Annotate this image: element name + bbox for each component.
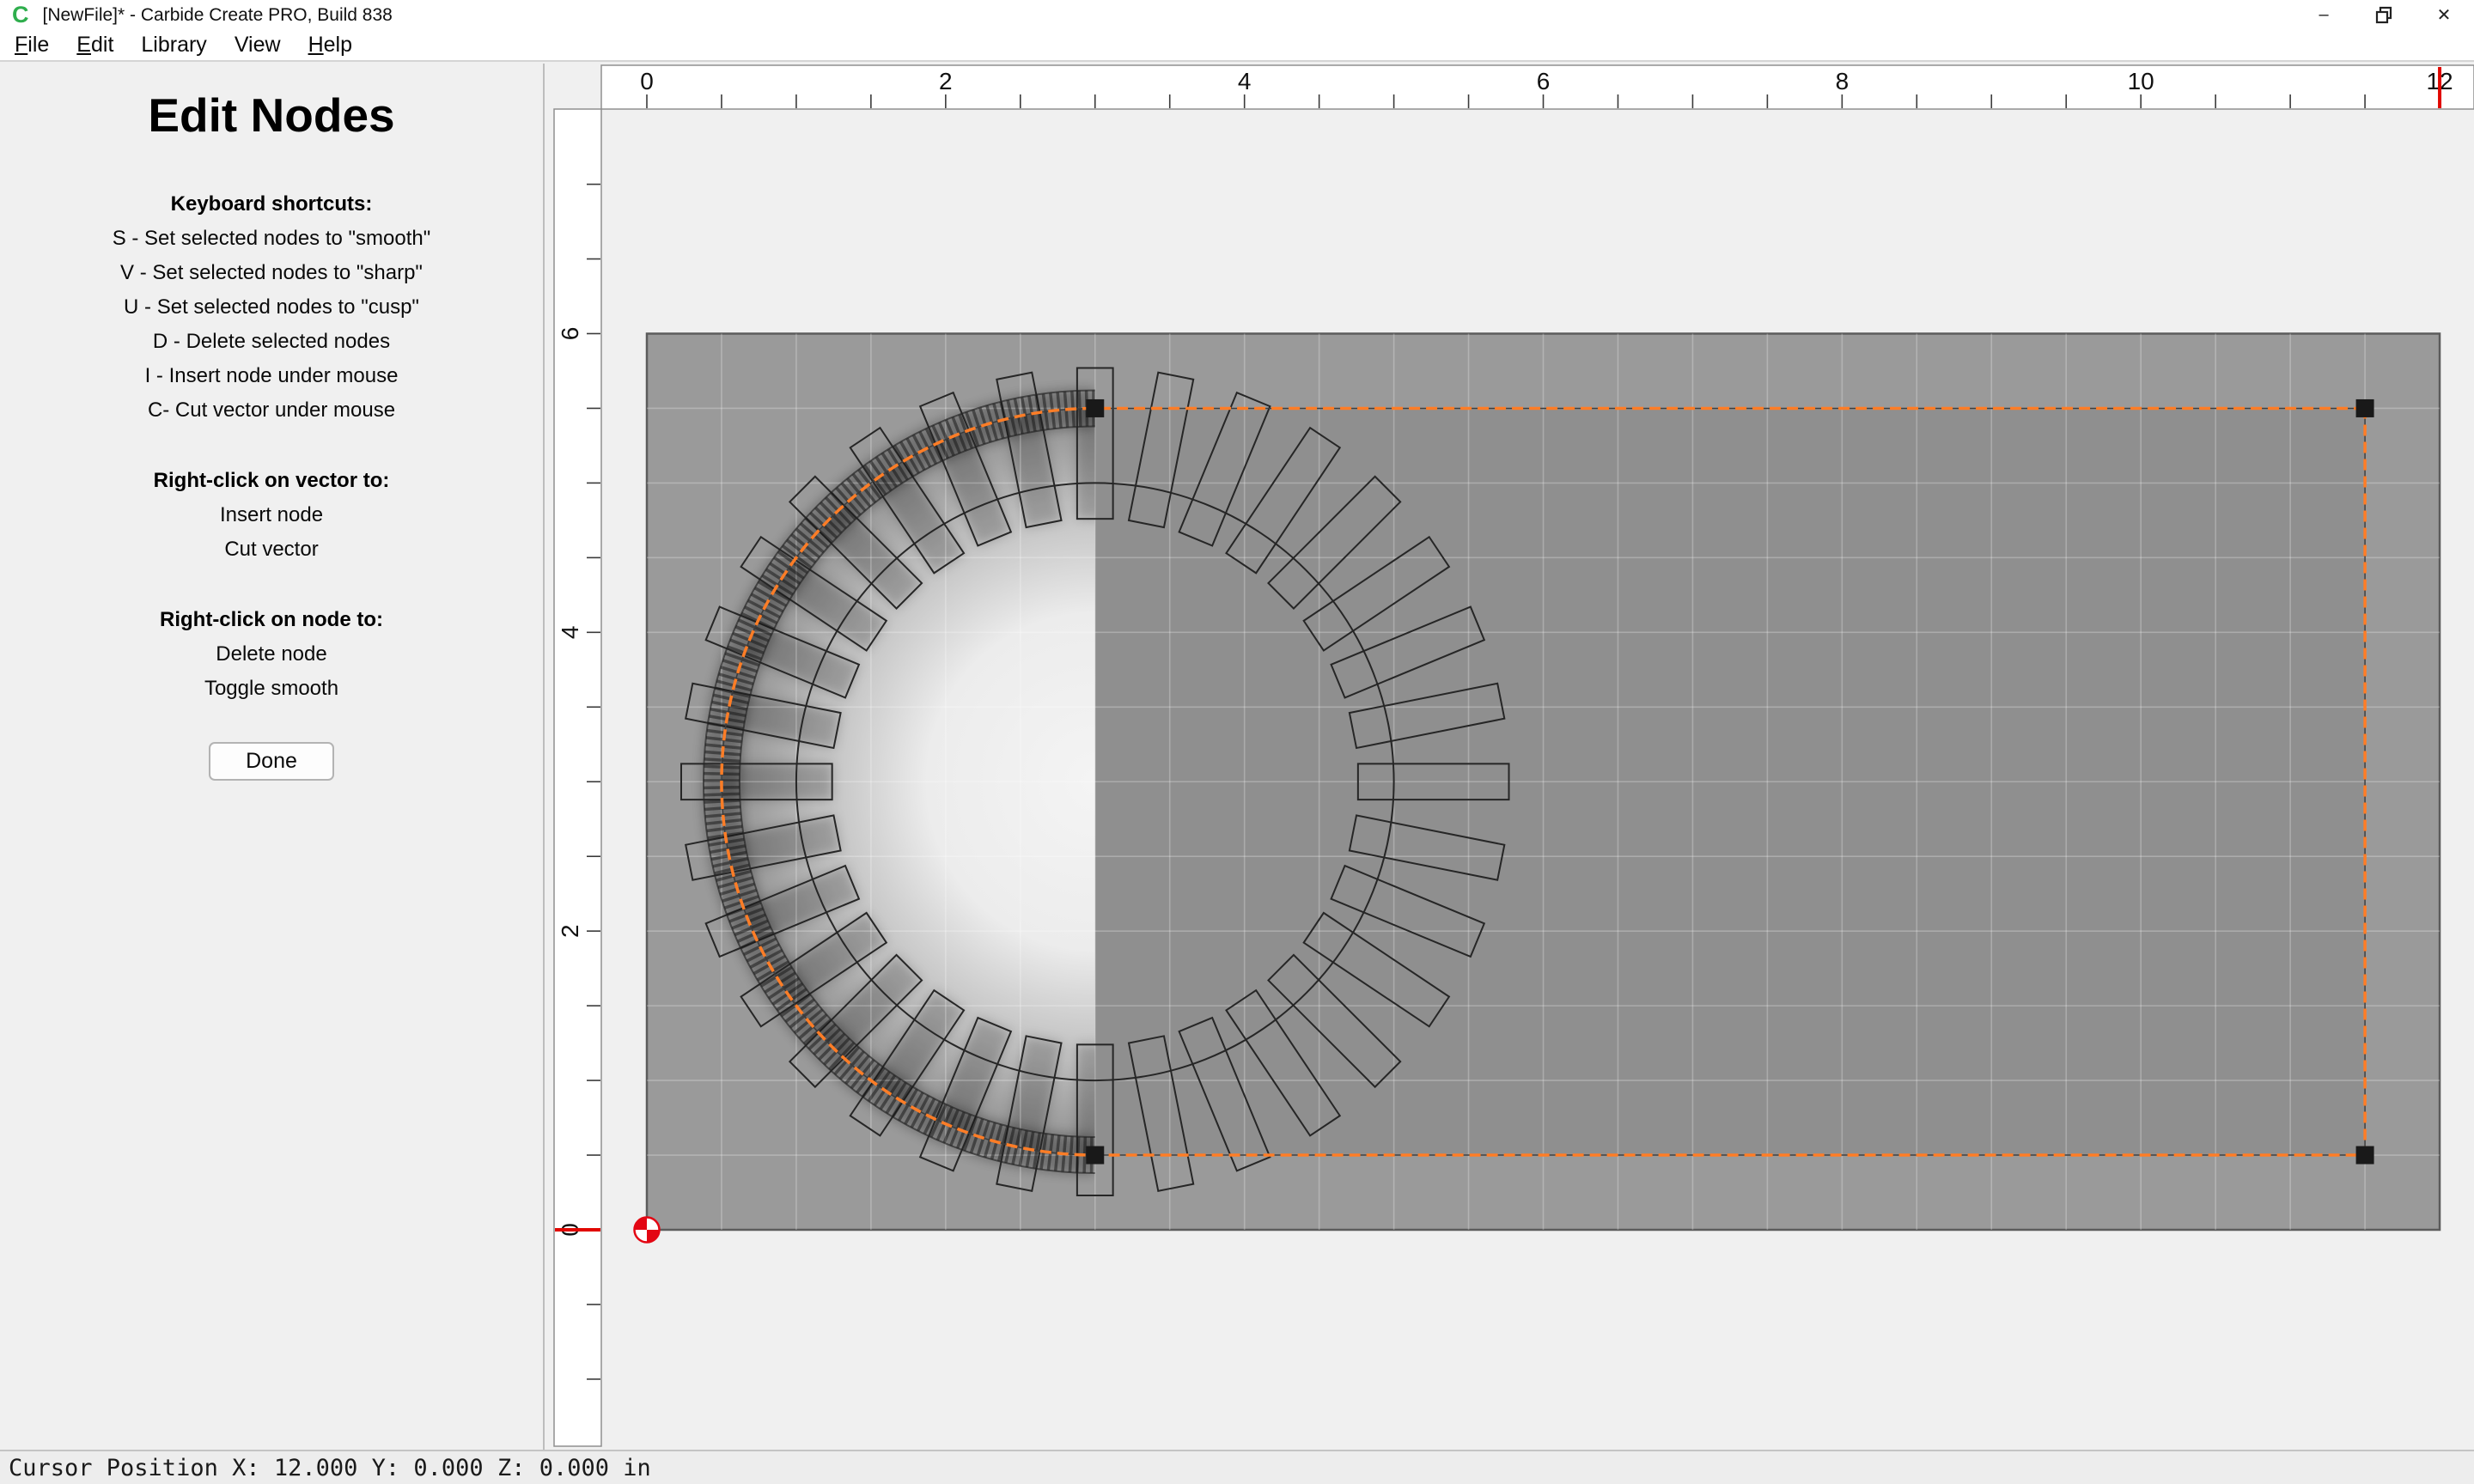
section-line: U - Set selected nodes to "cusp" <box>0 290 543 325</box>
section-heading: Right-click on node to: <box>0 603 543 637</box>
menu-edit[interactable]: Edit <box>76 33 113 58</box>
h-ruler-label: 6 <box>1537 68 1551 94</box>
section-line: S - Set selected nodes to "smooth" <box>0 222 543 256</box>
panel-section-1: Right-click on vector to:Insert nodeCut … <box>0 464 543 567</box>
app-window: C [NewFile]* - Carbide Create PRO, Build… <box>0 0 2474 1484</box>
done-button[interactable]: Done <box>209 742 334 781</box>
design-canvas[interactable]: 0246810120246 <box>545 62 2474 1450</box>
title-bar: C [NewFile]* - Carbide Create PRO, Build… <box>0 0 2474 30</box>
menu-view[interactable]: View <box>235 33 281 58</box>
status-bar: Cursor Position X: 12.000 Y: 0.000 Z: 0.… <box>0 1450 2474 1484</box>
restore-icon <box>2373 5 2394 26</box>
h-ruler-label: 8 <box>1836 68 1849 94</box>
h-ruler-label: 10 <box>2128 68 2154 94</box>
menu-file[interactable]: File <box>15 33 49 58</box>
v-ruler-label: 2 <box>557 924 583 938</box>
cursor-position-readout: Cursor Position X: 12.000 Y: 0.000 Z: 0.… <box>9 1455 651 1481</box>
panel-title: Edit Nodes <box>0 88 543 143</box>
section-line: Insert node <box>0 498 543 532</box>
h-ruler-label: 0 <box>640 68 654 94</box>
section-line: D - Delete selected nodes <box>0 325 543 359</box>
v-ruler-label: 6 <box>557 327 583 341</box>
close-button[interactable]: ✕ <box>2414 0 2474 30</box>
section-line: C- Cut vector under mouse <box>0 393 543 428</box>
restore-button[interactable] <box>2354 0 2414 30</box>
canvas-area: 0246810120246 <box>545 62 2474 1450</box>
origin-marker[interactable] <box>635 1218 660 1243</box>
section-line: Cut vector <box>0 532 543 567</box>
section-heading: Right-click on vector to: <box>0 464 543 498</box>
minimize-button[interactable]: – <box>2294 0 2354 30</box>
path-node[interactable] <box>1086 1146 1104 1165</box>
section-line: V - Set selected nodes to "sharp" <box>0 256 543 290</box>
path-node[interactable] <box>2356 399 2374 417</box>
section-line: Toggle smooth <box>0 672 543 706</box>
vertical-ruler[interactable] <box>554 109 601 1446</box>
edit-nodes-panel: Edit Nodes Keyboard shortcuts:S - Set se… <box>0 64 545 1450</box>
menu-bar: File Edit Library View Help <box>0 30 2474 62</box>
h-ruler-label: 2 <box>939 68 953 94</box>
path-node[interactable] <box>2356 1146 2374 1165</box>
h-ruler-label: 4 <box>1238 68 1252 94</box>
section-line: I - Insert node under mouse <box>0 359 543 393</box>
panel-section-2: Right-click on node to:Delete nodeToggle… <box>0 603 543 706</box>
menu-library[interactable]: Library <box>141 33 206 58</box>
menu-help[interactable]: Help <box>308 33 352 58</box>
v-ruler-label: 4 <box>557 626 583 640</box>
path-node[interactable] <box>1086 399 1104 417</box>
section-heading: Keyboard shortcuts: <box>0 187 543 222</box>
section-line: Delete node <box>0 637 543 672</box>
panel-section-0: Keyboard shortcuts:S - Set selected node… <box>0 187 543 428</box>
app-logo-icon: C <box>12 0 29 30</box>
window-title: [NewFile]* - Carbide Create PRO, Build 8… <box>43 5 393 26</box>
